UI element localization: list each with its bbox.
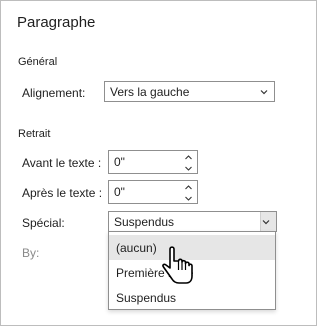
section-general-label: Général	[18, 56, 58, 68]
dialog-title: Paragraphe	[17, 14, 96, 31]
chevron-down-icon	[260, 89, 268, 94]
after-text-value: 0"	[114, 185, 125, 199]
before-text-label: Avant le texte :	[22, 156, 102, 170]
alignment-select[interactable]: Vers la gauche	[104, 81, 275, 102]
paragraph-dialog: Paragraphe Général Alignement: Vers la g…	[0, 0, 317, 326]
after-text-label: Après le texte :	[22, 186, 103, 200]
before-text-spinner[interactable]: 0"	[108, 150, 198, 174]
after-text-spinner[interactable]: 0"	[108, 180, 198, 204]
special-label: Spécial:	[22, 216, 65, 230]
special-select[interactable]: Suspendus	[108, 211, 277, 232]
by-label: By:	[22, 246, 40, 260]
option-hanging[interactable]: Suspendus	[109, 285, 275, 310]
spinner-arrows-icon[interactable]	[184, 153, 193, 173]
spinner-arrows-icon[interactable]	[184, 183, 193, 203]
chevron-down-icon	[262, 219, 270, 224]
alignment-label: Alignement:	[22, 86, 86, 100]
alignment-value: Vers la gauche	[110, 84, 190, 99]
before-text-value: 0"	[114, 155, 125, 169]
section-indent-label: Retrait	[18, 128, 51, 140]
hand-pointer-icon	[162, 246, 193, 284]
special-value: Suspendus	[114, 214, 175, 229]
